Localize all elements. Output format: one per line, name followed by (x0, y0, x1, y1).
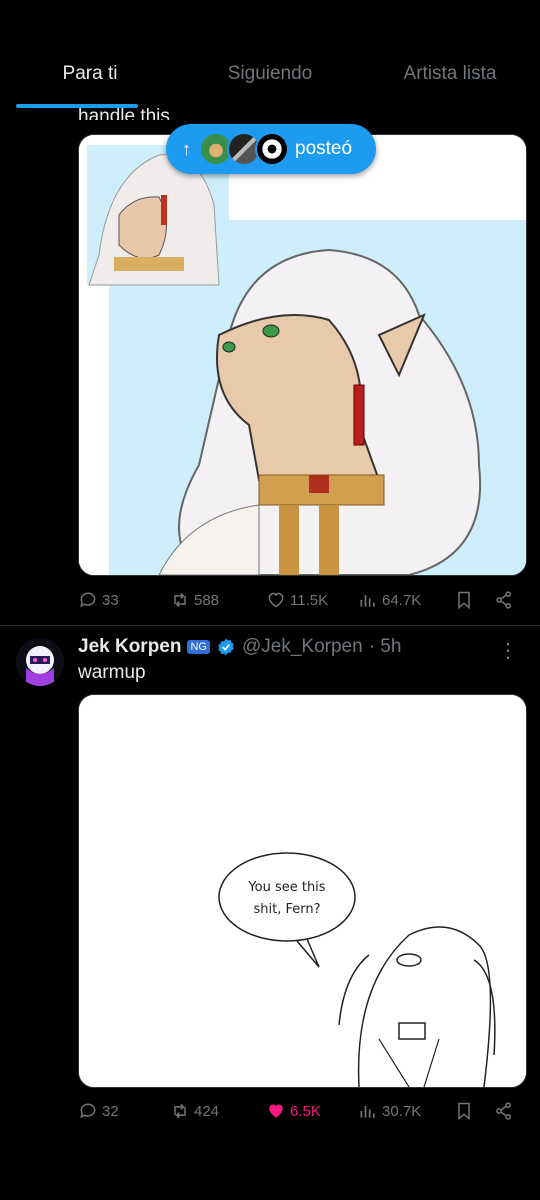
share-button[interactable] (494, 1101, 518, 1121)
tab-siguiendo[interactable]: Siguiendo (180, 40, 360, 108)
post-divider (0, 625, 540, 626)
reply-count: 33 (102, 591, 119, 609)
view-count: 64.7K (382, 591, 422, 609)
reply-count: 32 (102, 1102, 119, 1120)
avatar (255, 132, 289, 166)
views-icon (360, 595, 375, 607)
more-options-icon[interactable]: ⋮ (498, 638, 518, 663)
post-header: Jek Korpen NG @Jek_Korpen · 5h (78, 636, 401, 658)
like-button[interactable]: 6.5K (266, 1101, 358, 1121)
repost-icon (174, 592, 186, 608)
top-tabs: Para ti Siguiendo Artista lista (0, 40, 540, 108)
active-tab-indicator (16, 104, 138, 108)
verified-badge-icon (218, 638, 234, 656)
views-button[interactable]: 30.7K (358, 1101, 454, 1121)
reply-icon (80, 1103, 96, 1119)
bookmark-button[interactable] (454, 1101, 494, 1121)
views-icon (360, 1106, 375, 1118)
speech-bubble-line: shit, Fern? (253, 902, 320, 917)
tab-label: Siguiendo (227, 63, 313, 84)
repost-button[interactable]: 588 (170, 590, 266, 610)
sketch-illustration: You see this shit, Fern? (79, 695, 526, 1087)
share-icon (496, 591, 511, 609)
new-posts-pill[interactable]: ↑ posteó (166, 124, 376, 174)
share-button[interactable] (494, 590, 518, 610)
post-text: warmup (78, 662, 146, 683)
user-handle[interactable]: @Jek_Korpen (242, 636, 363, 658)
like-count: 11.5K (290, 591, 329, 609)
repost-button[interactable]: 424 (170, 1101, 266, 1121)
repost-count: 424 (194, 1102, 220, 1120)
post-time: · 5h (368, 636, 402, 657)
fanart-illustration (79, 135, 526, 575)
bookmark-icon (458, 1102, 470, 1121)
reply-button[interactable]: 33 (78, 590, 170, 610)
tab-label: Para ti (62, 63, 118, 84)
bookmark-button[interactable] (454, 590, 494, 610)
tab-label: Artista lista (403, 63, 497, 84)
pill-label: posteó (295, 138, 353, 159)
heart-icon (268, 592, 284, 608)
tab-para-ti[interactable]: Para ti (0, 40, 180, 108)
like-button[interactable]: 11.5K (266, 590, 358, 610)
ng-badge: NG (187, 640, 210, 654)
view-count: 30.7K (382, 1102, 422, 1120)
display-name[interactable]: Jek Korpen (78, 636, 181, 658)
poster-avatars (199, 132, 289, 166)
post-image[interactable]: You see this shit, Fern? (78, 694, 527, 1088)
reply-icon (80, 592, 96, 608)
avatar[interactable] (16, 638, 64, 686)
tab-artista-lista[interactable]: Artista lista (360, 40, 540, 108)
post-image[interactable] (78, 134, 527, 576)
bookmark-icon (458, 591, 470, 610)
share-icon (496, 1102, 511, 1120)
heart-filled-icon (269, 1104, 283, 1118)
arrow-up-icon: ↑ (182, 138, 191, 159)
views-button[interactable]: 64.7K (358, 590, 454, 610)
repost-count: 588 (194, 591, 220, 609)
repost-icon (174, 1103, 186, 1119)
like-count: 6.5K (290, 1102, 321, 1120)
speech-bubble-line: You see this (247, 880, 325, 895)
post-action-bar: 33 588 11.5K 64.7K (78, 585, 518, 615)
post-action-bar: 32 424 6.5K 30.7K (78, 1096, 518, 1126)
reply-button[interactable]: 32 (78, 1101, 170, 1121)
avatar-image (16, 638, 64, 686)
